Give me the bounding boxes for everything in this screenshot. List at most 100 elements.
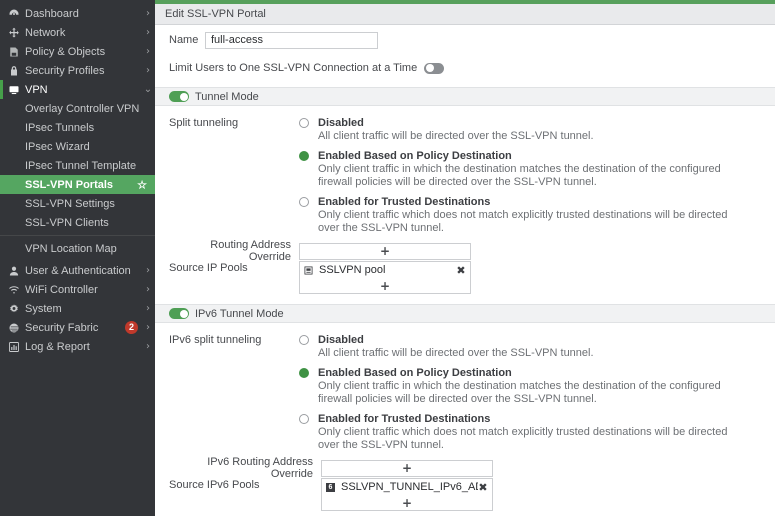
ipv6-split-option-policy-destination[interactable]: Enabled Based on Policy Destination Only… bbox=[299, 366, 751, 406]
add-source-ipv6-pool-button[interactable]: + bbox=[322, 495, 492, 510]
source-ip-pools-box[interactable]: SSLVPN pool ✖ + bbox=[299, 261, 471, 294]
favorite-star-icon[interactable]: ☆ bbox=[137, 178, 147, 191]
name-row: Name bbox=[155, 25, 775, 55]
wifi-icon bbox=[8, 284, 25, 296]
source-ipv6-pools-label: Source IPv6 Pools bbox=[169, 478, 321, 491]
sidebar-item-policy-objects[interactable]: Policy & Objects › bbox=[0, 42, 155, 61]
limit-users-toggle[interactable] bbox=[424, 63, 444, 74]
option-description: Only client traffic which does not match… bbox=[318, 426, 751, 452]
sidebar-subitem-label: SSL-VPN Settings bbox=[25, 198, 115, 210]
ipv6-split-tunneling-label: IPv6 split tunneling bbox=[169, 333, 299, 458]
chevron-right-icon: › bbox=[141, 341, 155, 352]
chevron-down-icon: ⌄ bbox=[141, 84, 155, 95]
ipv6-routing-address-override-row: IPv6 Routing Address Override + bbox=[155, 458, 775, 478]
option-description: Only client traffic in which the destina… bbox=[318, 380, 751, 406]
source-ipv6-pools-box[interactable]: 6 SSLVPN_TUNNEL_IPv6_ADDR1 ✖ + bbox=[321, 478, 493, 511]
sidebar: Dashboard › Network › Policy & Objects ›… bbox=[0, 0, 155, 516]
sidebar-item-network[interactable]: Network › bbox=[0, 23, 155, 42]
sidebar-item-ssl-vpn-clients[interactable]: SSL-VPN Clients bbox=[0, 213, 155, 232]
radio-icon-selected[interactable] bbox=[299, 151, 309, 161]
remove-source-ipv6-pool-icon[interactable]: ✖ bbox=[478, 481, 488, 494]
ipv6-tunnel-mode-section-header: IPv6 Tunnel Mode bbox=[155, 304, 775, 323]
chevron-right-icon: › bbox=[141, 284, 155, 295]
ipv6-routing-address-override-label: IPv6 Routing Address Override bbox=[169, 456, 321, 480]
source-ipv6-pool-item[interactable]: 6 SSLVPN_TUNNEL_IPv6_ADDR1 ✖ bbox=[322, 479, 492, 495]
chart-icon bbox=[8, 341, 25, 353]
option-description: Only client traffic in which the destina… bbox=[318, 163, 751, 189]
remove-source-ip-pool-icon[interactable]: ✖ bbox=[456, 264, 466, 277]
sidebar-item-label: Network bbox=[25, 27, 141, 39]
split-tunneling-option-disabled[interactable]: Disabled All client traffic will be dire… bbox=[299, 116, 751, 143]
source-ipv6-pool-name: SSLVPN_TUNNEL_IPv6_ADDR1 bbox=[341, 481, 478, 493]
radio-icon[interactable] bbox=[299, 414, 309, 424]
add-source-ip-pool-button[interactable]: + bbox=[300, 278, 470, 293]
routing-address-override-box[interactable]: + bbox=[299, 243, 471, 260]
tunnel-mode-toggle[interactable] bbox=[169, 91, 189, 102]
routing-address-override-label: Routing Address Override bbox=[169, 239, 299, 263]
sidebar-item-security-profiles[interactable]: Security Profiles › bbox=[0, 61, 155, 80]
radio-icon[interactable] bbox=[299, 118, 309, 128]
option-description: Only client traffic which does not match… bbox=[318, 209, 751, 235]
source-ip-pool-item[interactable]: SSLVPN pool ✖ bbox=[300, 262, 470, 278]
radio-icon[interactable] bbox=[299, 335, 309, 345]
routing-address-override-row: Routing Address Override + bbox=[155, 241, 775, 261]
ipv6-tunnel-mode-toggle[interactable] bbox=[169, 308, 189, 319]
split-tunneling-option-trusted-destinations[interactable]: Enabled for Trusted Destinations Only cl… bbox=[299, 195, 751, 235]
sidebar-item-wifi-controller[interactable]: WiFi Controller › bbox=[0, 280, 155, 299]
sidebar-subitem-label: IPsec Tunnel Template bbox=[25, 160, 136, 172]
sidebar-item-label: Dashboard bbox=[25, 8, 141, 20]
sidebar-item-vpn[interactable]: VPN ⌄ bbox=[0, 80, 155, 99]
sidebar-item-log-report[interactable]: Log & Report › bbox=[0, 337, 155, 356]
sidebar-item-system[interactable]: System › bbox=[0, 299, 155, 318]
radio-icon-selected[interactable] bbox=[299, 368, 309, 378]
gear-icon bbox=[8, 303, 25, 315]
option-title: Enabled for Trusted Destinations bbox=[318, 195, 751, 209]
sidebar-item-security-fabric[interactable]: Security Fabric 2 › bbox=[0, 318, 155, 337]
sidebar-item-dashboard[interactable]: Dashboard › bbox=[0, 4, 155, 23]
page-title: Edit SSL-VPN Portal bbox=[165, 8, 266, 20]
radio-icon[interactable] bbox=[299, 197, 309, 207]
status-badge: 2 bbox=[125, 321, 138, 334]
tunnel-mode-section-header: Tunnel Mode bbox=[155, 87, 775, 106]
sidebar-item-label: WiFi Controller bbox=[25, 284, 141, 296]
sidebar-subitem-label: SSL-VPN Portals bbox=[25, 179, 113, 191]
tunnel-mode-label: Tunnel Mode bbox=[195, 91, 259, 103]
name-input[interactable] bbox=[205, 32, 378, 49]
split-tunneling-group: Split tunneling Disabled All client traf… bbox=[155, 106, 775, 241]
sidebar-item-ssl-vpn-settings[interactable]: SSL-VPN Settings bbox=[0, 194, 155, 213]
sidebar-item-ipsec-tunnels[interactable]: IPsec Tunnels bbox=[0, 118, 155, 137]
ipv6-split-option-trusted-destinations[interactable]: Enabled for Trusted Destinations Only cl… bbox=[299, 412, 751, 452]
sidebar-divider bbox=[0, 235, 155, 236]
add-ipv6-routing-address-button[interactable]: + bbox=[322, 461, 492, 476]
policy-icon bbox=[8, 46, 25, 58]
option-title: Disabled bbox=[318, 116, 751, 130]
sidebar-item-label: Security Fabric bbox=[25, 322, 125, 334]
name-label: Name bbox=[169, 34, 205, 46]
sidebar-item-overlay-controller-vpn[interactable]: Overlay Controller VPN bbox=[0, 99, 155, 118]
chevron-right-icon: › bbox=[141, 8, 155, 19]
ipv6-split-option-disabled[interactable]: Disabled All client traffic will be dire… bbox=[299, 333, 751, 360]
sidebar-item-ipsec-tunnel-template[interactable]: IPsec Tunnel Template bbox=[0, 156, 155, 175]
sidebar-item-ipsec-wizard[interactable]: IPsec Wizard bbox=[0, 137, 155, 156]
source-ip-pools-label: Source IP Pools bbox=[169, 261, 299, 274]
sidebar-item-user-authentication[interactable]: User & Authentication › bbox=[0, 261, 155, 280]
sidebar-item-vpn-location-map[interactable]: VPN Location Map bbox=[0, 239, 155, 258]
option-title: Enabled Based on Policy Destination bbox=[318, 149, 751, 163]
source-ip-pools-row: Source IP Pools SSLVPN pool ✖ + bbox=[155, 261, 775, 295]
address-object-icon bbox=[304, 266, 315, 275]
split-tunneling-option-policy-destination[interactable]: Enabled Based on Policy Destination Only… bbox=[299, 149, 751, 189]
form-content: Name Limit Users to One SSL-VPN Connecti… bbox=[155, 25, 775, 512]
sidebar-item-label: VPN bbox=[25, 84, 141, 96]
sidebar-subitem-label: Overlay Controller VPN bbox=[25, 103, 139, 115]
add-routing-address-button[interactable]: + bbox=[300, 244, 470, 259]
sidebar-item-label: Policy & Objects bbox=[25, 46, 141, 58]
sidebar-item-label: User & Authentication bbox=[25, 265, 141, 277]
fabric-icon bbox=[8, 322, 25, 334]
page-title-bar: Edit SSL-VPN Portal bbox=[155, 4, 775, 25]
sidebar-subitem-label: SSL-VPN Clients bbox=[25, 217, 109, 229]
chevron-right-icon: › bbox=[141, 265, 155, 276]
ipv6-routing-address-override-box[interactable]: + bbox=[321, 460, 493, 477]
sidebar-subitem-label: VPN Location Map bbox=[25, 243, 117, 255]
sidebar-item-ssl-vpn-portals[interactable]: SSL-VPN Portals ☆ bbox=[0, 175, 155, 194]
sidebar-subitem-label: IPsec Tunnels bbox=[25, 122, 94, 134]
